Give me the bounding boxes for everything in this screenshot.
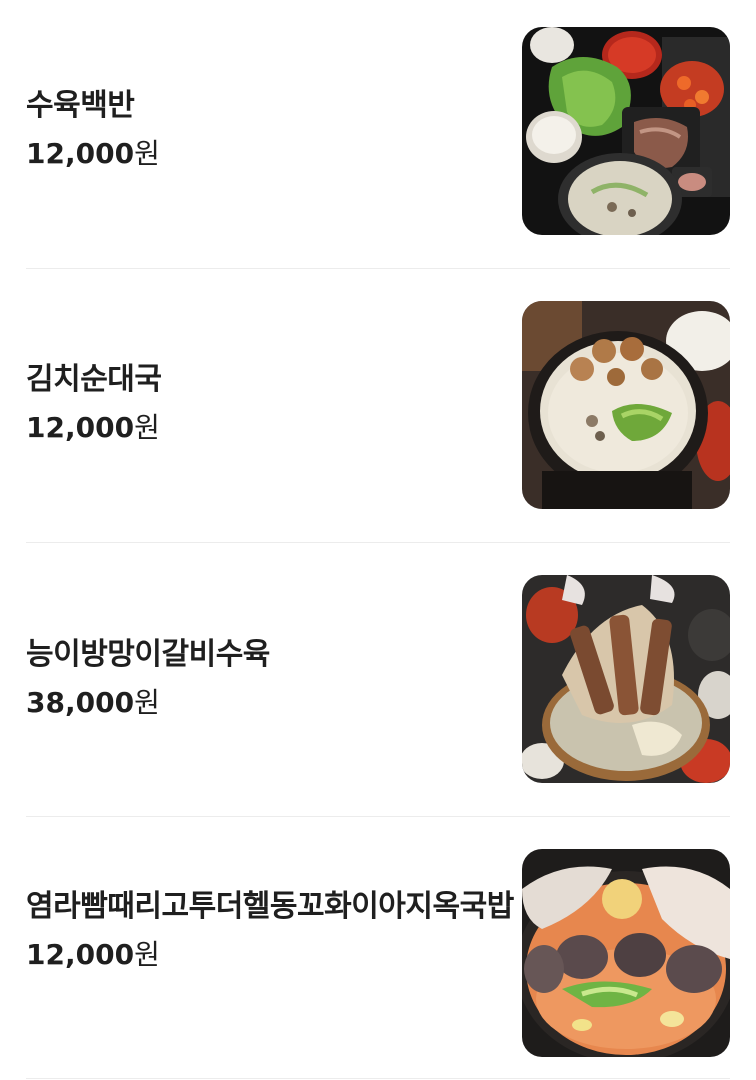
- price-number: 12,000: [26, 411, 135, 444]
- menu-item-name: 수육백반: [26, 88, 135, 123]
- price-unit: 원: [134, 411, 160, 444]
- price-unit: 원: [134, 938, 160, 971]
- menu-item-name: 능이방망이갈비수육: [26, 637, 270, 672]
- menu-list: 수육백반 12,000원 김치순대국 12,000원 능이방망이갈비수육 38,…: [0, 0, 756, 1080]
- menu-item-name: 염라빰때리고투더헬동꼬화이아지옥국밥: [26, 889, 514, 924]
- menu-item-price: 12,000원: [26, 134, 496, 174]
- price-unit: 원: [134, 137, 160, 170]
- menu-item-price: 38,000원: [26, 683, 496, 723]
- menu-item[interactable]: 김치순대국 12,000원: [0, 269, 756, 542]
- menu-item-photo[interactable]: [522, 27, 730, 235]
- price-number: 12,000: [26, 938, 135, 971]
- menu-item-texts: 수육백반 12,000원: [26, 84, 496, 174]
- menu-item[interactable]: 능이방망이갈비수육 38,000원: [0, 543, 756, 816]
- menu-item-texts: 김치순대국 12,000원: [26, 358, 496, 448]
- menu-item-price: 12,000원: [26, 935, 496, 975]
- menu-item-name: 김치순대국: [26, 362, 162, 397]
- food-image: [522, 575, 730, 783]
- menu-item-texts: 능이방망이갈비수육 38,000원: [26, 633, 496, 723]
- food-image: [522, 849, 730, 1057]
- menu-item-photo[interactable]: [522, 849, 730, 1057]
- food-image: [522, 301, 730, 509]
- menu-item-photo[interactable]: [522, 575, 730, 783]
- menu-item-texts: 염라빰때리고투더헬동꼬화이아지옥국밥 12,000원: [26, 885, 514, 975]
- menu-item[interactable]: 염라빰때리고투더헬동꼬화이아지옥국밥 12,000원: [0, 817, 756, 1080]
- divider: [26, 1078, 730, 1079]
- menu-item[interactable]: 수육백반 12,000원: [0, 0, 756, 268]
- price-unit: 원: [134, 686, 160, 719]
- price-number: 12,000: [26, 137, 135, 170]
- menu-item-price: 12,000원: [26, 408, 496, 448]
- food-image: [522, 27, 730, 235]
- menu-item-photo[interactable]: [522, 301, 730, 509]
- price-number: 38,000: [26, 686, 135, 719]
